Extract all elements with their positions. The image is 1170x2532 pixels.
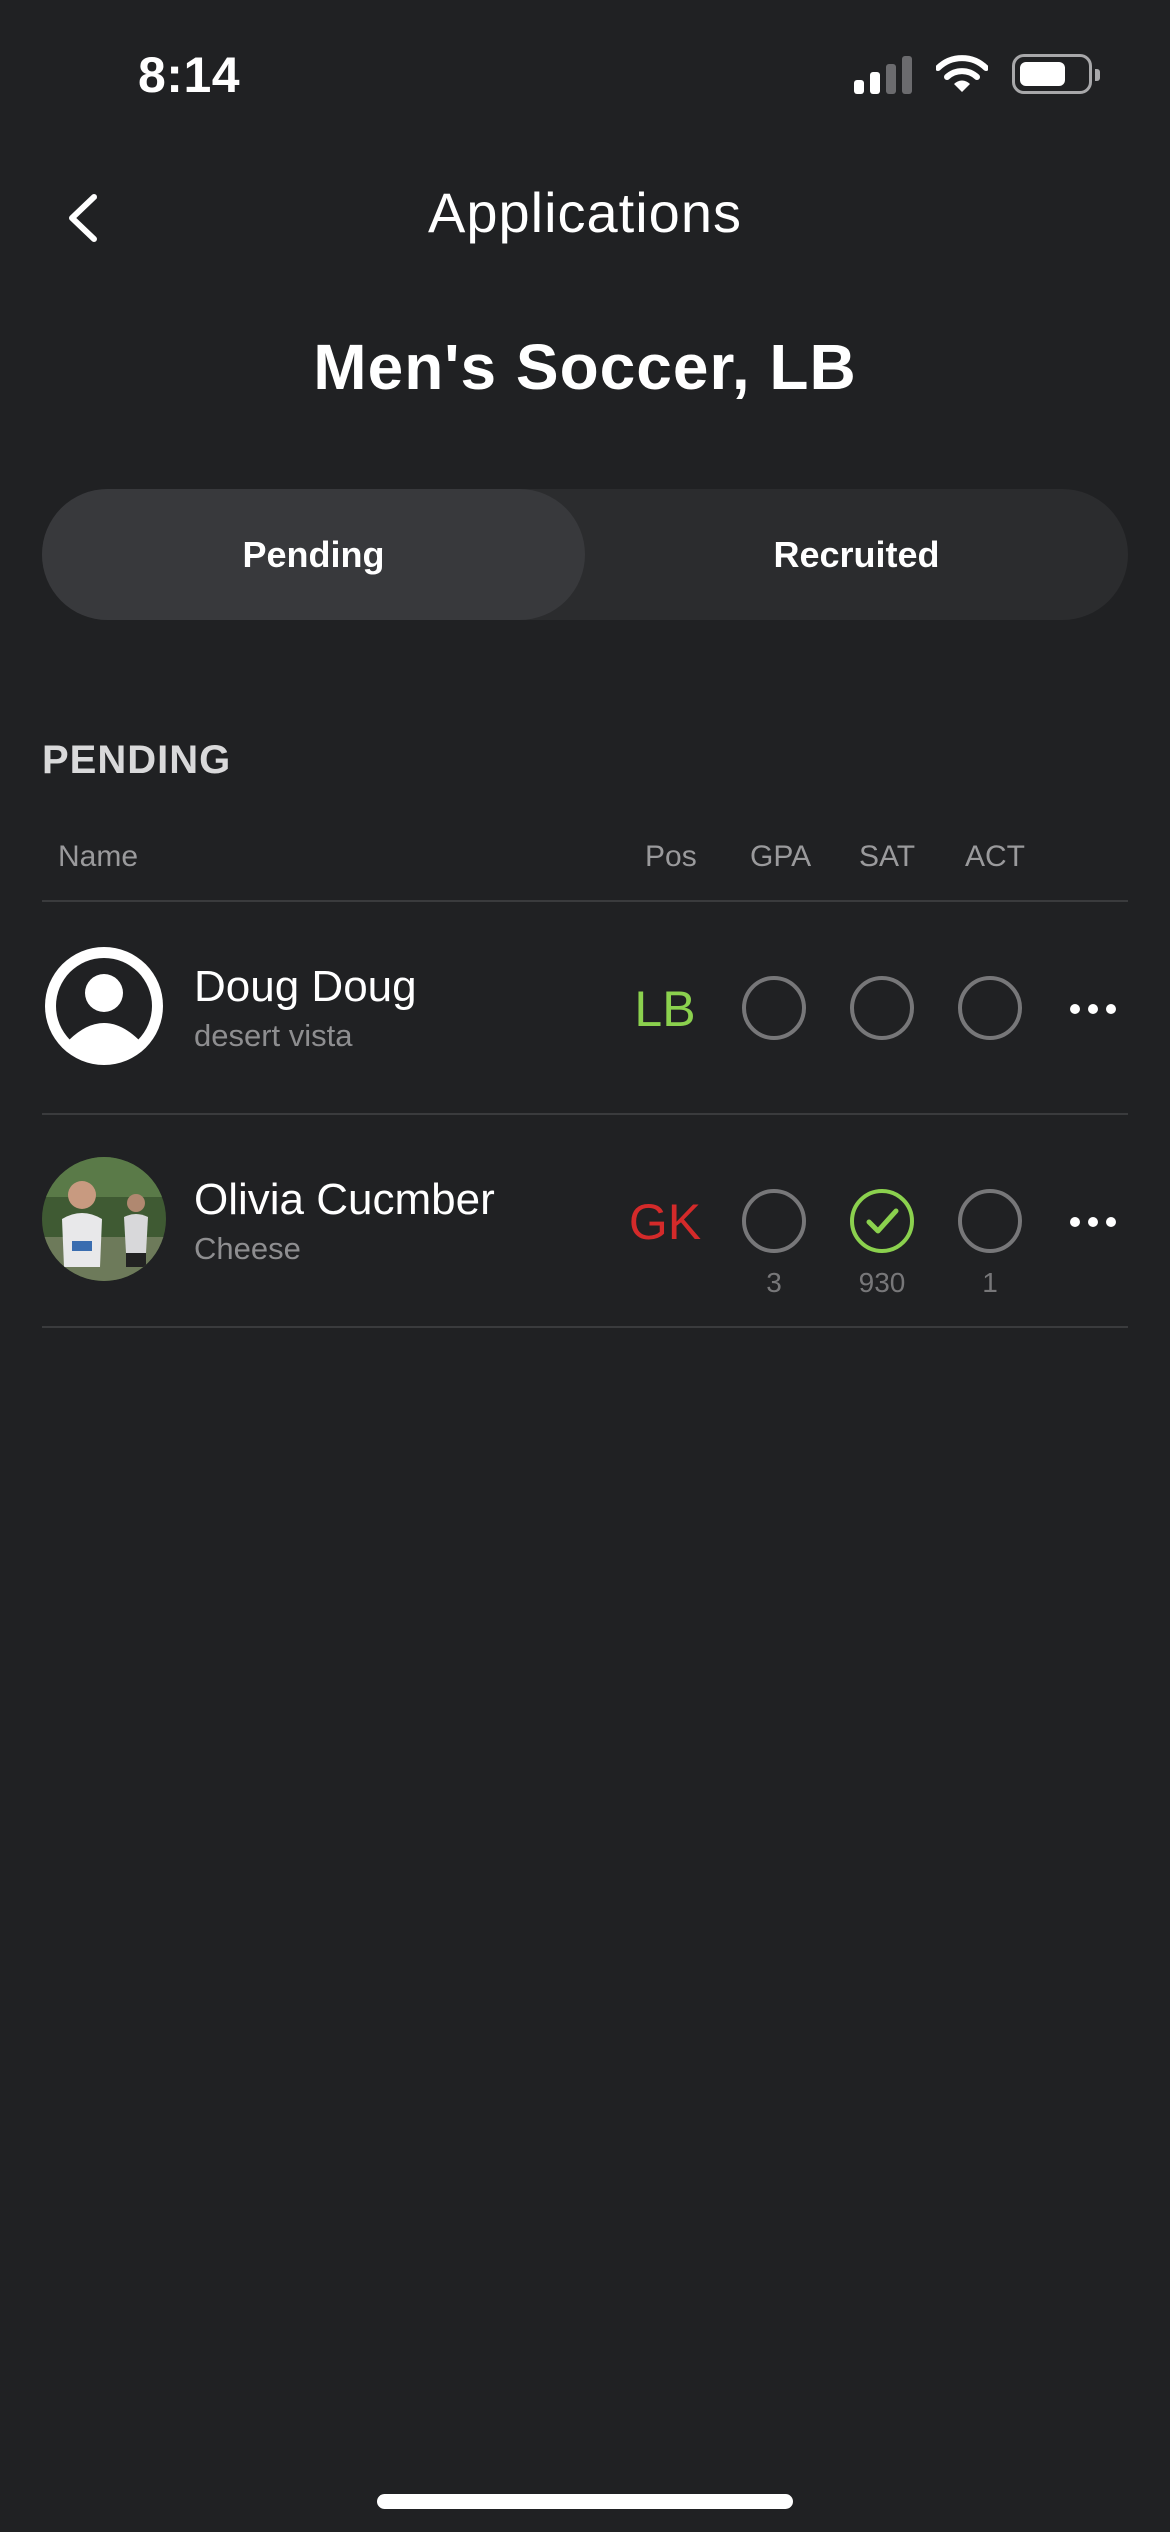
avatar [42, 1157, 166, 1281]
gpa-value: 3 [766, 1267, 782, 1298]
gpa-status-circle[interactable] [742, 976, 806, 1040]
column-header-pos: Pos [645, 840, 697, 873]
divider [42, 1326, 1128, 1328]
table-row[interactable]: Doug Doug desert vista LB [42, 902, 1128, 1112]
column-header-name: Name [58, 840, 139, 873]
more-options-button[interactable] [1058, 1187, 1128, 1257]
wifi-icon [936, 55, 988, 92]
applicant-position: GK [628, 1194, 702, 1250]
gpa-status-circle[interactable] [742, 1189, 806, 1253]
avatar [42, 944, 166, 1068]
applicant-position: LB [634, 981, 696, 1037]
act-value: 1 [982, 1267, 998, 1298]
photo-avatar [42, 1157, 166, 1281]
home-indicator[interactable] [377, 2494, 793, 2509]
cellular-signal-icon [854, 54, 912, 94]
tab-pending[interactable]: Pending [42, 489, 585, 620]
applicant-school: desert vista [194, 1018, 353, 1053]
sat-status-circle[interactable] [850, 976, 914, 1040]
table-header: Name Pos GPA SAT ACT [42, 840, 1128, 902]
page-title: Men's Soccer, LB [313, 331, 857, 403]
applicant-name: Doug Doug [194, 962, 417, 1011]
status-time: 8:14 [138, 47, 241, 103]
battery-icon [1012, 54, 1100, 94]
applicant-school: Cheese [194, 1231, 301, 1266]
section-label: PENDING [42, 738, 232, 782]
column-header-sat: SAT [859, 840, 916, 873]
status-icons [854, 54, 1100, 94]
column-header-act: ACT [965, 840, 1025, 873]
table-row[interactable]: Olivia Cucmber Cheese GK 3 930 1 [42, 1115, 1128, 1325]
tab-segmented-control: Pending Recruited [42, 489, 1128, 620]
sat-status-circle[interactable] [850, 1189, 914, 1253]
more-options-button[interactable] [1058, 974, 1128, 1044]
checkmark-icon [866, 1208, 899, 1234]
tab-recruited[interactable]: Recruited [585, 489, 1128, 620]
column-header-gpa: GPA [750, 840, 812, 873]
nav-title: Applications [428, 181, 742, 244]
sat-value: 930 [858, 1267, 906, 1298]
act-status-circle[interactable] [958, 1189, 1022, 1253]
user-circle-icon [45, 947, 163, 1065]
applications-screen: 8:14 Applications Men's Soccer, LB Pendi… [0, 0, 1170, 2532]
applicant-name: Olivia Cucmber [194, 1175, 495, 1224]
act-status-circle[interactable] [958, 976, 1022, 1040]
